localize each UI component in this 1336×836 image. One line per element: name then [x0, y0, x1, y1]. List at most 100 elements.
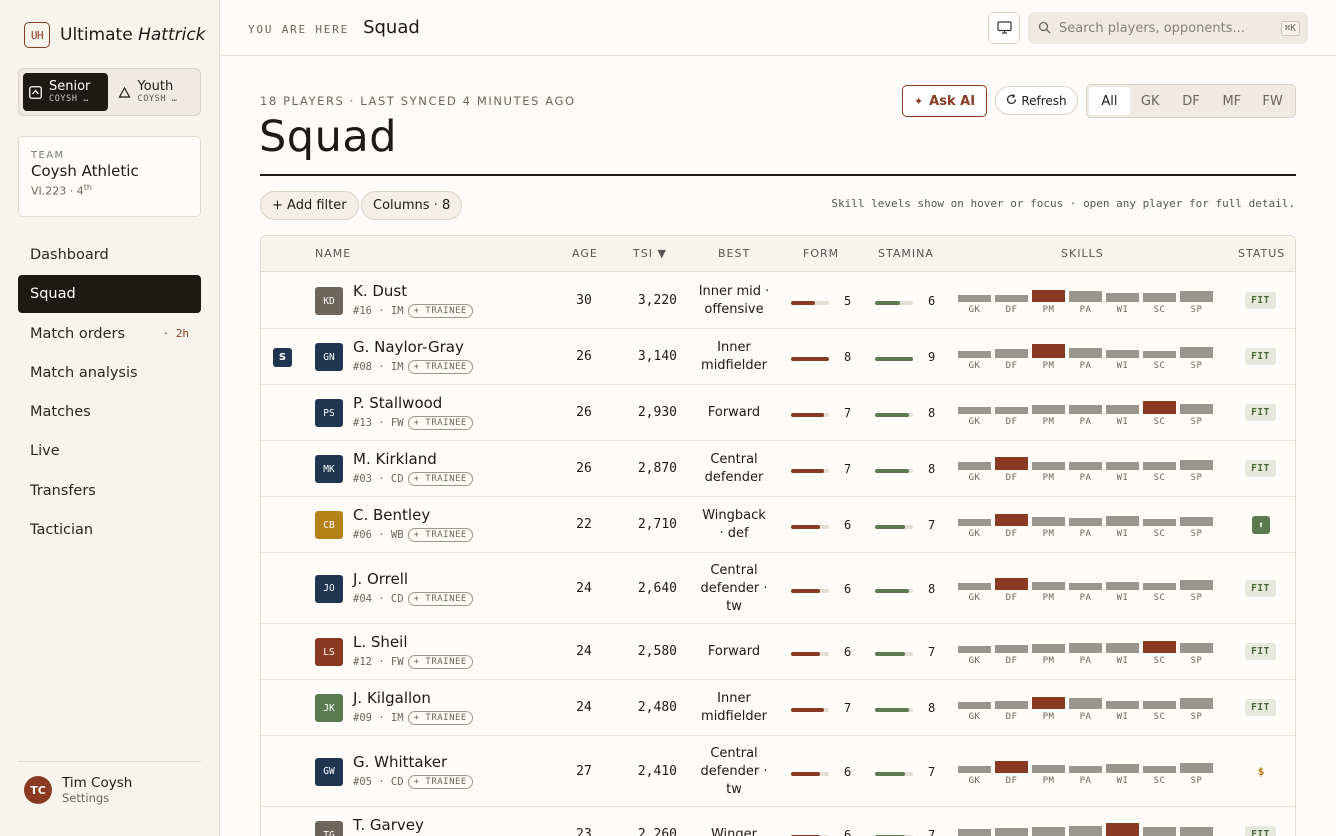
skill-df[interactable]: DF	[995, 343, 1028, 373]
skill-wi[interactable]: WI	[1106, 821, 1139, 836]
trainee-button[interactable]: + TRAINEE	[407, 360, 473, 374]
trainee-button[interactable]: + TRAINEE	[407, 304, 473, 318]
skill-sc[interactable]: SC	[1143, 287, 1176, 317]
col-tsi[interactable]: TSI ▼	[633, 247, 667, 260]
player-name[interactable]: J. Kilgallon	[353, 689, 431, 707]
col-stamina[interactable]: STAMINA	[878, 247, 934, 260]
player-name[interactable]: K. Dust	[353, 282, 407, 300]
skill-pa[interactable]: PA	[1069, 455, 1102, 485]
position-filter-mf[interactable]: MF	[1211, 87, 1252, 115]
player-name[interactable]: J. Orrell	[353, 570, 408, 588]
segment-youth[interactable]: Youth COYSH …	[112, 73, 197, 111]
settings-link[interactable]: Settings	[62, 791, 132, 805]
search-box[interactable]: ⌘K	[1028, 12, 1308, 44]
nav-item-live[interactable]: Live	[18, 432, 201, 470]
table-row[interactable]: TGT. Garvey#07 · W+ TRAINEE232,260Winger…	[261, 807, 1295, 836]
skill-pm[interactable]: PM	[1032, 399, 1065, 429]
skill-df[interactable]: DF	[995, 821, 1028, 836]
nav-item-tactician[interactable]: Tactician	[18, 511, 201, 549]
table-row[interactable]: GW G. Whittaker #05 · CD + TRAINEE 27 2,410 Ce…	[261, 736, 1295, 807]
skill-pa[interactable]: PA	[1069, 287, 1102, 317]
skill-wi[interactable]: WI	[1106, 575, 1139, 605]
player-name[interactable]: G. Naylor-Gray	[353, 338, 464, 356]
skill-sc[interactable]: SC	[1143, 758, 1176, 788]
player-name[interactable]: L. Sheil	[353, 633, 408, 651]
table-row[interactable]: S GN G. Naylor-Gray #08 · IM + TRAINEE 26 3,14…	[261, 329, 1295, 385]
table-row[interactable]: JK J. Kilgallon #09 · IM + TRAINEE 24 2,480 In…	[261, 680, 1295, 736]
table-row[interactable]: LS L. Sheil #12 · FW + TRAINEE 24 2,580 Forwar…	[261, 624, 1295, 680]
skill-gk[interactable]: GK	[958, 694, 991, 724]
nav-item-match-orders[interactable]: Match orders · 2h	[18, 315, 201, 353]
skill-sp[interactable]: SP	[1180, 638, 1213, 668]
skill-wi[interactable]: WI	[1106, 455, 1139, 485]
trainee-button[interactable]: + TRAINEE	[407, 472, 473, 486]
skill-sc[interactable]: SC	[1143, 575, 1176, 605]
skill-pa[interactable]: PA	[1069, 758, 1102, 788]
skill-gk[interactable]: GK	[958, 343, 991, 373]
skill-df[interactable]: DF	[995, 455, 1028, 485]
table-row[interactable]: PS P. Stallwood #13 · FW + TRAINEE 26 2,930 Fo…	[261, 385, 1295, 441]
skill-pa[interactable]: PA	[1069, 575, 1102, 605]
skill-df[interactable]: DF	[995, 575, 1028, 605]
team-card[interactable]: TEAM Coysh Athletic VI.223 · 4th	[18, 136, 201, 217]
skill-df[interactable]: DF	[995, 694, 1028, 724]
skill-sp[interactable]: SP	[1180, 287, 1213, 317]
skill-sc[interactable]: SC	[1143, 399, 1176, 429]
skill-gk[interactable]: GK	[958, 455, 991, 485]
skill-pm[interactable]: PM	[1032, 343, 1065, 373]
skill-gk[interactable]: GK	[958, 638, 991, 668]
skill-sc[interactable]: SC	[1143, 694, 1176, 724]
skill-df[interactable]: DF	[995, 638, 1028, 668]
player-name[interactable]: C. Bentley	[353, 506, 430, 524]
skill-sp[interactable]: SP	[1180, 399, 1213, 429]
player-name[interactable]: T. Garvey	[353, 816, 424, 834]
skill-pa[interactable]: PA	[1069, 694, 1102, 724]
skill-pa[interactable]: PA	[1069, 511, 1102, 541]
display-toggle-button[interactable]	[988, 12, 1020, 44]
col-name[interactable]: NAME	[315, 247, 351, 260]
ask-ai-button[interactable]: ✦ Ask AI	[902, 85, 987, 117]
skill-df[interactable]: DF	[995, 511, 1028, 541]
skill-gk[interactable]: GK	[958, 287, 991, 317]
trainee-button[interactable]: + TRAINEE	[407, 528, 473, 542]
nav-item-squad[interactable]: Squad	[18, 275, 201, 314]
skill-pm[interactable]: PM	[1032, 758, 1065, 788]
table-row[interactable]: JO J. Orrell #04 · CD + TRAINEE 24 2,640 Centr…	[261, 553, 1295, 624]
skill-wi[interactable]: WI	[1106, 694, 1139, 724]
skill-sp[interactable]: SP	[1180, 511, 1213, 541]
trainee-button[interactable]: + TRAINEE	[407, 591, 473, 606]
nav-item-transfers[interactable]: Transfers	[18, 472, 201, 510]
position-filter-all[interactable]: All	[1089, 87, 1130, 115]
skill-wi[interactable]: WI	[1106, 287, 1139, 317]
skill-gk[interactable]: GK	[958, 758, 991, 788]
col-best[interactable]: BEST	[718, 247, 750, 260]
skill-pa[interactable]: PA	[1069, 399, 1102, 429]
nav-item-matches[interactable]: Matches	[18, 393, 201, 431]
columns-button[interactable]: Columns · 8	[361, 191, 463, 220]
trainee-button[interactable]: + TRAINEE	[407, 416, 473, 430]
skill-pm[interactable]: PM	[1032, 694, 1065, 724]
player-name[interactable]: G. Whittaker	[353, 753, 447, 771]
skill-df[interactable]: DF	[995, 758, 1028, 788]
user-menu[interactable]: TC Tim Coysh Settings	[24, 775, 132, 805]
trainee-button[interactable]: + TRAINEE	[407, 655, 473, 669]
skill-pm[interactable]: PM	[1032, 575, 1065, 605]
skill-pm[interactable]: PM	[1032, 821, 1065, 836]
skill-wi[interactable]: WI	[1106, 399, 1139, 429]
skill-pm[interactable]: PM	[1032, 638, 1065, 668]
skill-sp[interactable]: SP	[1180, 758, 1213, 788]
skill-sc[interactable]: SC	[1143, 343, 1176, 373]
skill-wi[interactable]: WI	[1106, 343, 1139, 373]
add-filter-button[interactable]: + Add filter	[260, 191, 359, 220]
nav-item-match-analysis[interactable]: Match analysis	[18, 354, 201, 392]
trainee-button[interactable]: + TRAINEE	[407, 774, 473, 789]
skill-sp[interactable]: SP	[1180, 455, 1213, 485]
skill-pa[interactable]: PA	[1069, 821, 1102, 836]
skill-gk[interactable]: GK	[958, 511, 991, 541]
skill-pm[interactable]: PM	[1032, 455, 1065, 485]
skill-sp[interactable]: SP	[1180, 694, 1213, 724]
skill-wi[interactable]: WI	[1106, 511, 1139, 541]
skill-sc[interactable]: SC	[1143, 821, 1176, 836]
brand[interactable]: UH Ultimate Hattrick	[24, 22, 206, 48]
skill-sc[interactable]: SC	[1143, 638, 1176, 668]
